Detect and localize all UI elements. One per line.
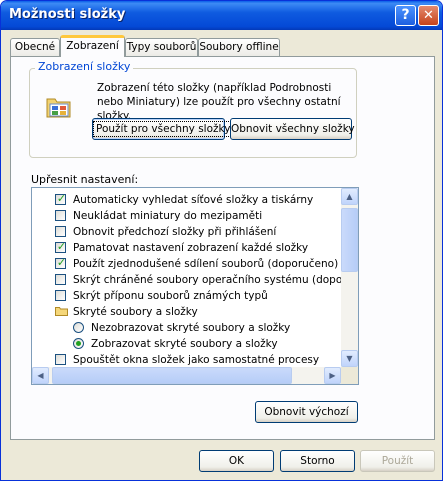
tab-file-types[interactable]: Typy souborů bbox=[125, 38, 198, 56]
checkbox[interactable] bbox=[55, 274, 66, 285]
cancel-button[interactable]: Storno bbox=[280, 450, 355, 472]
list-item-label: Zobrazovat skryté soubory a složky bbox=[91, 338, 278, 350]
scrollbar-corner bbox=[341, 367, 358, 384]
scroll-right-icon[interactable]: ▶ bbox=[324, 367, 341, 384]
tab-general[interactable]: Obecné bbox=[10, 38, 60, 56]
check-mark-icon: ✓ bbox=[56, 192, 67, 205]
list-item-label: Skrýt příponu souborů známých typů bbox=[73, 290, 268, 302]
window-title: Možnosti složky bbox=[9, 7, 126, 22]
radio-button[interactable] bbox=[73, 338, 84, 349]
folder-views-icon bbox=[46, 98, 71, 118]
checkbox[interactable] bbox=[55, 226, 66, 237]
list-item-label: Pamatovat nastavení zobrazení každé slož… bbox=[73, 242, 309, 254]
vertical-scrollbar[interactable]: ▲ ▼ bbox=[341, 188, 358, 367]
scroll-left-icon[interactable]: ◀ bbox=[32, 367, 49, 384]
apply-to-all-folders-label: Použít pro všechny složky bbox=[93, 121, 234, 137]
list-item-label: Neukládat miniatury do mezipaměti bbox=[73, 210, 263, 222]
checkbox[interactable]: ✓ bbox=[55, 240, 67, 253]
scroll-up-icon[interactable]: ▲ bbox=[341, 188, 358, 205]
reset-all-folders-button[interactable]: Obnovit všechny složky bbox=[230, 118, 355, 140]
tab-view[interactable]: Zobrazení bbox=[60, 35, 125, 57]
horizontal-scrollbar[interactable]: ◀ ▶ bbox=[32, 367, 341, 384]
list-item-label: Automaticky vyhledat síťové složky a tis… bbox=[73, 194, 314, 206]
apply-to-all-folders-button[interactable]: Použít pro všechny složky bbox=[92, 118, 234, 140]
folder-icon bbox=[55, 307, 68, 316]
folder-views-legend: Zobrazení složky bbox=[35, 60, 134, 73]
help-button[interactable]: ? bbox=[395, 5, 416, 26]
ok-button[interactable]: OK bbox=[199, 450, 274, 472]
scroll-down-icon[interactable]: ▼ bbox=[341, 350, 358, 367]
folder-views-description: Zobrazení této složky (například Podrobn… bbox=[97, 82, 341, 122]
vertical-scroll-thumb[interactable] bbox=[341, 208, 358, 272]
list-item-label: Nezobrazovat skryté soubory a složky bbox=[91, 322, 291, 334]
title-bar[interactable]: Možnosti složky ? ✕ bbox=[1, 1, 442, 30]
radio-button[interactable] bbox=[73, 322, 84, 333]
advanced-settings-list[interactable]: ✓ Automaticky vyhledat síťové složky a t… bbox=[31, 187, 359, 385]
list-item-label: Spouštět okna složek jako samostatné pro… bbox=[73, 354, 320, 366]
checkbox[interactable] bbox=[55, 210, 66, 221]
check-mark-icon: ✓ bbox=[56, 240, 67, 253]
list-item-label: Obnovit předchozí složky při přihlášení bbox=[73, 226, 277, 238]
restore-defaults-button[interactable]: Obnovit výchozí bbox=[255, 401, 358, 423]
list-item-label: Skryté soubory a složky bbox=[73, 306, 198, 318]
checkbox[interactable] bbox=[55, 290, 66, 301]
checkbox[interactable]: ✓ bbox=[55, 256, 67, 269]
horizontal-scroll-thumb[interactable] bbox=[52, 367, 292, 384]
folder-options-dialog: Možnosti složky ? ✕ Obecné Zobrazení Typ… bbox=[0, 0, 443, 481]
radio-selected-icon bbox=[76, 341, 81, 346]
checkbox[interactable]: ✓ bbox=[55, 192, 67, 205]
list-item-label: Skrýt chráněné soubory operačního systém… bbox=[73, 274, 359, 286]
apply-button[interactable]: Použít bbox=[360, 450, 435, 472]
tab-offline-files[interactable]: Soubory offline bbox=[198, 38, 280, 56]
check-mark-icon: ✓ bbox=[56, 256, 67, 269]
list-item-label: Použít zjednodušené sdílení souborů (dop… bbox=[73, 258, 339, 270]
checkbox[interactable] bbox=[55, 354, 66, 365]
advanced-settings-label: Upřesnit nastavení: bbox=[31, 173, 139, 186]
close-button[interactable]: ✕ bbox=[418, 5, 439, 26]
